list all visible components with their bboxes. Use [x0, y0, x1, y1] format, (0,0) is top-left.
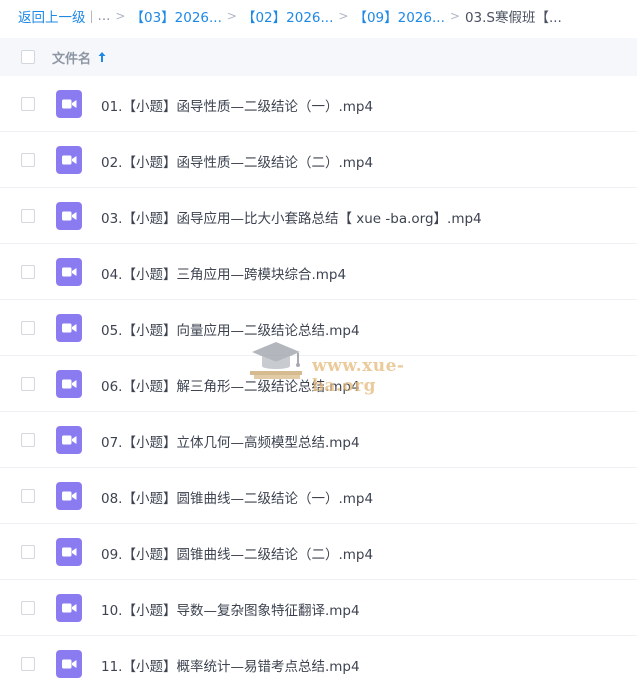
- video-file-icon: [56, 594, 82, 622]
- file-name[interactable]: 03.【小题】函导应用—比大小套路总结【 xue -ba.org】.mp4: [101, 207, 482, 227]
- video-file-icon: [56, 90, 82, 118]
- list-item[interactable]: 10.【小题】导数—复杂图象特征翻译.mp4: [0, 580, 637, 636]
- filename-column-header[interactable]: 文件名: [52, 48, 107, 67]
- list-item[interactable]: 03.【小题】函导应用—比大小套路总结【 xue -ba.org】.mp4: [0, 188, 637, 244]
- row-checkbox[interactable]: [21, 545, 35, 559]
- video-file-icon: [56, 202, 82, 230]
- list-item[interactable]: 09.【小题】圆锥曲线—二级结论（二）.mp4: [0, 524, 637, 580]
- sort-ascending-icon: [98, 52, 106, 62]
- filename-column-label: 文件名: [52, 51, 92, 67]
- chevron-right-icon: >: [449, 9, 460, 23]
- file-name[interactable]: 08.【小题】圆锥曲线—二级结论（一）.mp4: [101, 487, 373, 507]
- row-checkbox[interactable]: [21, 209, 35, 223]
- list-item[interactable]: 05.【小题】向量应用—二级结论总结.mp4: [0, 300, 637, 356]
- chevron-right-icon: >: [338, 9, 349, 23]
- video-file-icon: [56, 258, 82, 286]
- chevron-right-icon: >: [226, 9, 237, 23]
- video-file-icon: [56, 370, 82, 398]
- video-file-icon: [56, 482, 82, 510]
- list-header: 文件名: [0, 38, 637, 76]
- back-link[interactable]: 返回上一级: [18, 6, 86, 26]
- video-file-icon: [56, 146, 82, 174]
- chevron-right-icon: >: [115, 9, 126, 23]
- list-item[interactable]: 01.【小题】函导性质—二级结论（一）.mp4: [0, 76, 637, 132]
- breadcrumb-ellipsis[interactable]: ...: [98, 8, 111, 24]
- row-checkbox[interactable]: [21, 97, 35, 111]
- row-checkbox[interactable]: [21, 433, 35, 447]
- breadcrumb-item[interactable]: 【02】2026...: [242, 6, 333, 26]
- file-list: 01.【小题】函导性质—二级结论（一）.mp4 02.【小题】函导性质—二级结论（…: [0, 76, 637, 689]
- video-file-icon: [56, 426, 82, 454]
- video-file-icon: [56, 538, 82, 566]
- list-item[interactable]: 06.【小题】解三角形—二级结论总结.mp4: [0, 356, 637, 412]
- file-name[interactable]: 02.【小题】函导性质—二级结论（二）.mp4: [101, 151, 373, 171]
- row-checkbox[interactable]: [21, 265, 35, 279]
- breadcrumb-item[interactable]: 【03】2026...: [130, 6, 221, 26]
- row-checkbox[interactable]: [21, 377, 35, 391]
- video-file-icon: [56, 314, 82, 342]
- breadcrumb-current: 03.S寒假班【...: [464, 10, 562, 26]
- list-item[interactable]: 02.【小题】函导性质—二级结论（二）.mp4: [0, 132, 637, 188]
- list-item[interactable]: 08.【小题】圆锥曲线—二级结论（一）.mp4: [0, 468, 637, 524]
- file-name[interactable]: 07.【小题】立体几何—高频模型总结.mp4: [101, 431, 360, 451]
- row-checkbox[interactable]: [21, 601, 35, 615]
- row-checkbox[interactable]: [21, 489, 35, 503]
- breadcrumb-divider: |: [89, 9, 94, 23]
- file-browser: 返回上一级 | ... > 【03】2026... > 【02】2026... …: [0, 0, 637, 689]
- list-item[interactable]: 07.【小题】立体几何—高频模型总结.mp4: [0, 412, 637, 468]
- list-item[interactable]: 11.【小题】概率统计—易错考点总结.mp4: [0, 636, 637, 689]
- file-name[interactable]: 01.【小题】函导性质—二级结论（一）.mp4: [101, 95, 373, 115]
- file-name[interactable]: 09.【小题】圆锥曲线—二级结论（二）.mp4: [101, 543, 373, 563]
- row-checkbox[interactable]: [21, 657, 35, 671]
- list-item[interactable]: 04.【小题】三角应用—跨模块综合.mp4: [0, 244, 637, 300]
- row-checkbox[interactable]: [21, 153, 35, 167]
- select-all-checkbox[interactable]: [21, 50, 35, 64]
- file-name[interactable]: 05.【小题】向量应用—二级结论总结.mp4: [101, 319, 360, 339]
- video-file-icon: [56, 650, 82, 678]
- file-name[interactable]: 04.【小题】三角应用—跨模块综合.mp4: [101, 263, 346, 283]
- file-name[interactable]: 06.【小题】解三角形—二级结论总结.mp4: [101, 375, 360, 395]
- breadcrumb-item[interactable]: 【09】2026...: [353, 6, 444, 26]
- row-checkbox[interactable]: [21, 321, 35, 335]
- file-name[interactable]: 11.【小题】概率统计—易错考点总结.mp4: [101, 655, 360, 675]
- file-name[interactable]: 10.【小题】导数—复杂图象特征翻译.mp4: [101, 599, 360, 619]
- breadcrumb: 返回上一级 | ... > 【03】2026... > 【02】2026... …: [0, 0, 637, 32]
